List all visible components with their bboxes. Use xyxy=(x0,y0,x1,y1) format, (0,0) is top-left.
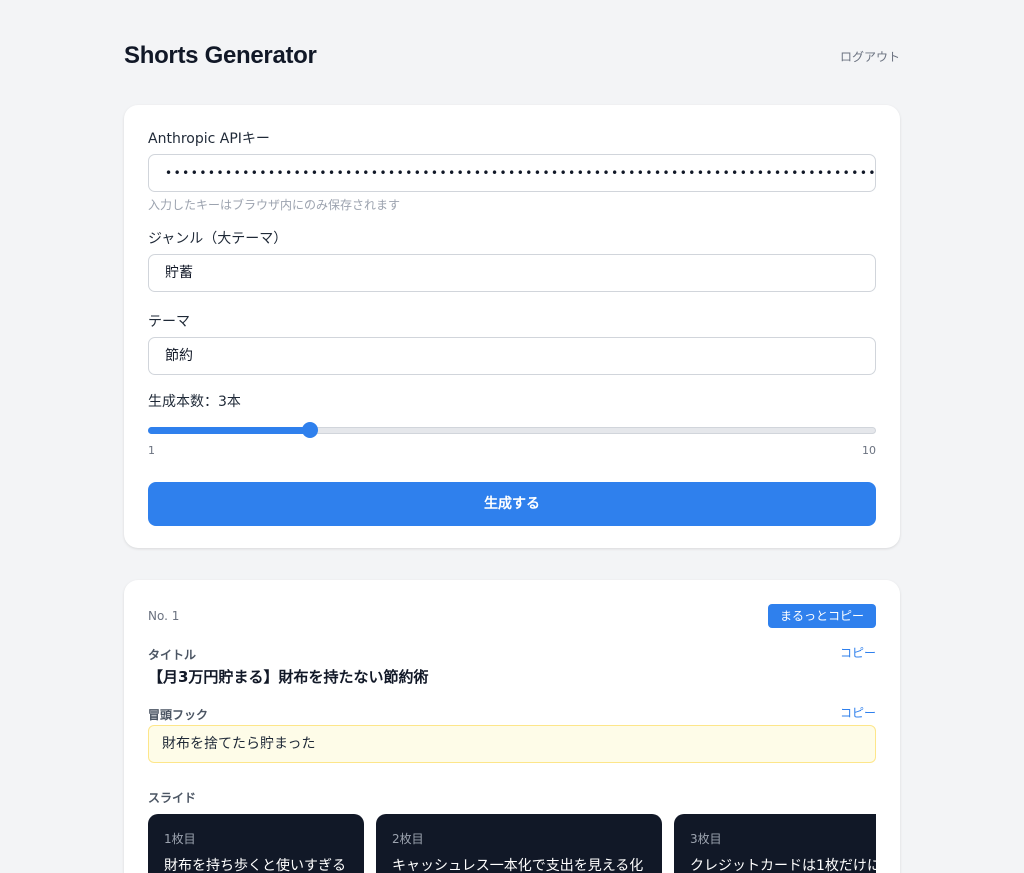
app-title: Shorts Generator xyxy=(124,42,317,69)
theme-input[interactable]: 節約 xyxy=(148,337,876,375)
copy-all-button[interactable]: まるっとコピー xyxy=(767,604,876,628)
slide-card: 2枚目 キャッシュレス一本化で支出を見える化 xyxy=(376,814,662,873)
genre-label: ジャンル（大テーマ） xyxy=(148,231,288,247)
slide-card: 3枚目 クレジットカードは1枚だけに xyxy=(674,814,876,873)
slide-card: 1枚目 財布を持ち歩くと使いすぎる xyxy=(148,814,364,873)
count-label: 生成本数：3本 xyxy=(148,394,241,410)
generate-button[interactable]: 生成する xyxy=(148,482,876,526)
generator-form-card: Anthropic APIキー ••••••••••••••••••••••••… xyxy=(124,105,900,548)
slides-row: スライド xyxy=(148,787,876,805)
title-row: タイトル コピー xyxy=(148,644,876,662)
hook-label: 冒頭フック xyxy=(148,708,209,722)
count-slider[interactable] xyxy=(148,417,876,441)
slide-text: キャッシュレス一本化で支出を見える化 xyxy=(392,858,644,873)
theme-label: テーマ xyxy=(148,314,190,330)
slides-label: スライド xyxy=(148,791,197,805)
api-key-hint: 入力したキーはブラウザ内にのみ保存されます xyxy=(148,198,401,212)
slider-max-label: 10 xyxy=(862,444,876,457)
api-key-label: Anthropic APIキー xyxy=(148,131,270,147)
app-container: Shorts Generator ログアウト Anthropic APIキー •… xyxy=(124,0,900,873)
result-card: No. 1 まるっとコピー タイトル コピー 【月3万円貯まる】財布を持たない節… xyxy=(124,580,900,873)
logout-link[interactable]: ログアウト xyxy=(840,48,900,65)
slider-fill xyxy=(148,427,310,434)
slider-scale: 1 10 xyxy=(148,444,876,458)
slide-number: 1枚目 xyxy=(164,832,196,846)
slides-strip[interactable]: 1枚目 財布を持ち歩くと使いすぎる 2枚目 キャッシュレス一本化で支出を見える化… xyxy=(148,814,876,873)
api-key-input[interactable]: ••••••••••••••••••••••••••••••••••••••••… xyxy=(148,154,876,192)
slider-min-label: 1 xyxy=(148,444,155,457)
slide-number: 3枚目 xyxy=(690,832,722,846)
slide-text: クレジットカードは1枚だけに xyxy=(690,858,876,873)
slide-text: 財布を持ち歩くと使いすぎる xyxy=(164,858,346,873)
hook-box: 財布を捨てたら貯まった xyxy=(148,725,876,763)
genre-input[interactable]: 貯蓄 xyxy=(148,254,876,292)
hook-copy-button[interactable]: コピー xyxy=(840,704,876,721)
title-copy-button[interactable]: コピー xyxy=(840,644,876,661)
result-number: No. 1 xyxy=(148,609,180,623)
slide-number: 2枚目 xyxy=(392,832,424,846)
result-header: No. 1 まるっとコピー xyxy=(148,604,876,628)
result-title: 【月3万円貯まる】財布を持たない節約術 xyxy=(148,668,429,686)
title-label: タイトル xyxy=(148,648,197,662)
slider-thumb[interactable] xyxy=(301,422,318,438)
header: Shorts Generator ログアウト xyxy=(124,0,900,105)
hook-row: 冒頭フック コピー xyxy=(148,704,876,722)
